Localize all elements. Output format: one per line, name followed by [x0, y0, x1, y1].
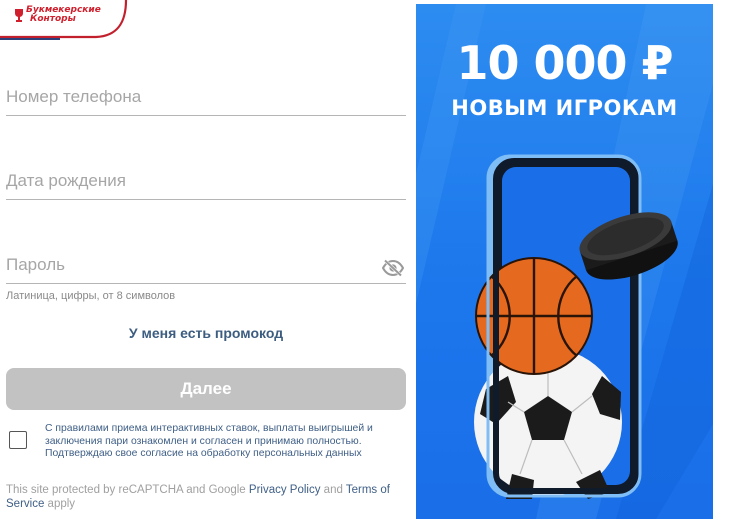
phone-illustration [474, 154, 678, 499]
recaptcha-notice: This site protected by reCAPTCHA and Goo… [6, 483, 408, 511]
password-field[interactable]: Пароль [6, 254, 406, 284]
password-placeholder: Пароль [6, 255, 65, 274]
agreement-text: С правилами приема интерактивных ставок,… [45, 423, 373, 460]
cup-icon [15, 9, 23, 22]
birth-date-field[interactable]: Дата рождения [6, 170, 406, 200]
recaptcha-suffix: apply [44, 498, 76, 510]
privacy-policy-link[interactable]: Privacy Policy [249, 484, 321, 496]
next-button[interactable]: Далее [6, 368, 406, 410]
recaptcha-and: and [320, 484, 346, 496]
phone-field[interactable]: Номер телефона [6, 86, 406, 116]
agreement-checkbox[interactable] [9, 431, 27, 449]
birth-date-placeholder: Дата рождения [6, 171, 126, 190]
promo-banner[interactable]: 10 000 ₽ НОВЫМ ИГРОКАМ [416, 4, 713, 519]
password-hint: Латиница, цифры, от 8 символов [6, 290, 176, 302]
logo-text: Букмекерские Конторы [26, 6, 101, 24]
phone-placeholder: Номер телефона [6, 87, 142, 106]
promo-code-link[interactable]: У меня есть промокод [6, 325, 406, 341]
recaptcha-prefix: This site protected by reCAPTCHA and Goo… [6, 484, 249, 496]
eye-off-icon[interactable] [382, 259, 404, 277]
logo-line-2: Конторы [30, 14, 76, 24]
brand-logo[interactable]: Букмекерские Конторы [0, 0, 132, 40]
